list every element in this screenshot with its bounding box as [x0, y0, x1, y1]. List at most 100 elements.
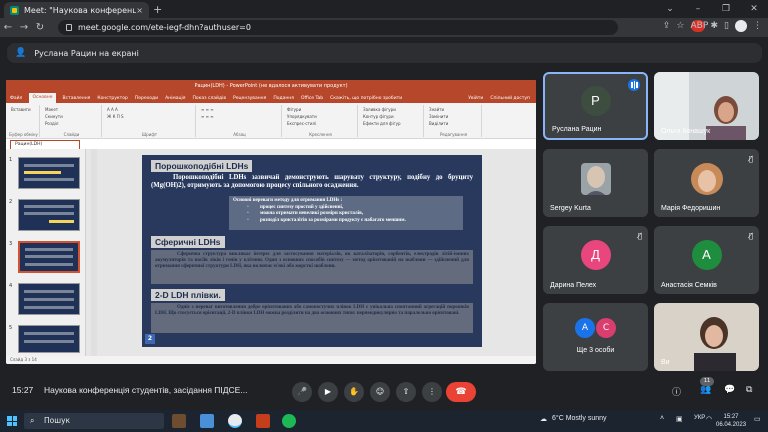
- ribbon-item[interactable]: A A A: [107, 107, 192, 112]
- participant-tile[interactable]: Ольга Конашук: [654, 72, 759, 140]
- adblock-extension-icon[interactable]: ABP: [690, 20, 708, 32]
- thumbnail-scrollbar[interactable]: [91, 149, 97, 356]
- participant-name: Ви: [661, 359, 670, 366]
- menu-item[interactable]: Office Tab: [301, 96, 323, 101]
- others-tile[interactable]: А С Ще 3 особи: [543, 303, 648, 371]
- raise-hand-button[interactable]: ✋: [344, 382, 364, 402]
- ribbon-item[interactable]: ≡ ≡ ≡: [201, 107, 278, 112]
- ribbon-item[interactable]: Розділ: [45, 121, 98, 126]
- participant-tile[interactable]: Sergey Kurta: [543, 149, 648, 217]
- slide-thumbnail[interactable]: [18, 157, 80, 189]
- chrome-icon[interactable]: [228, 414, 242, 428]
- powerpoint-icon[interactable]: [256, 414, 270, 428]
- browser-toolbar: ⇪ ☆ ABP ✱ ▯ ⋮: [663, 20, 762, 32]
- wifi-icon[interactable]: ◠: [706, 415, 712, 423]
- chat-icon[interactable]: 💬: [724, 385, 735, 395]
- sidepanel-icon[interactable]: ▯: [724, 21, 729, 31]
- end-call-button[interactable]: ☎: [446, 382, 476, 402]
- slide-thumbnail[interactable]: [18, 199, 80, 231]
- self-tile[interactable]: Ви: [654, 303, 759, 371]
- thumb-line: [24, 290, 74, 293]
- ribbon-item[interactable]: Експрес-стилі: [287, 121, 354, 126]
- people-icon[interactable]: 👥: [700, 385, 711, 395]
- participant-tile[interactable]: Д 🎙̸ Дарина Пелех: [543, 226, 648, 294]
- taskbar-app-icon[interactable]: [172, 414, 186, 428]
- participant-tile[interactable]: 🎙̸ Марія Федоришин: [654, 149, 759, 217]
- more-options-button[interactable]: ⋮: [422, 382, 442, 402]
- presenting-banner: 👤 Руслана Рацин на екрані: [7, 43, 762, 63]
- file-explorer-icon[interactable]: [200, 414, 214, 428]
- ribbon-item[interactable]: Вставити: [11, 107, 36, 112]
- tray-app-icon[interactable]: ▣: [676, 415, 683, 423]
- person-icon: 👤: [15, 48, 27, 58]
- weather-icon: ☁: [540, 416, 547, 423]
- chevron-down-icon[interactable]: ⌄: [656, 0, 684, 18]
- menu-item[interactable]: Рецензування: [233, 96, 266, 101]
- maximize-icon[interactable]: ❐: [712, 0, 740, 18]
- taskbar-clock[interactable]: 15:27 06.04.2023: [716, 413, 746, 429]
- others-label: Ще 3 особи: [576, 347, 615, 354]
- slide-thumbnail[interactable]: [18, 283, 80, 315]
- spotify-icon[interactable]: [282, 414, 296, 428]
- menu-item[interactable]: Вставлення: [63, 96, 91, 101]
- tray-chevron-icon[interactable]: ˄: [660, 415, 664, 422]
- captions-button[interactable]: ☺: [370, 382, 390, 402]
- speaking-indicator-icon: [628, 79, 640, 91]
- participant-tile[interactable]: P Руслана Рацин: [543, 72, 648, 140]
- forward-icon[interactable]: →: [16, 22, 32, 33]
- ribbon-item[interactable]: Ж К П S: [107, 114, 192, 119]
- menu-item[interactable]: Подання: [273, 96, 294, 101]
- lock-icon: [66, 24, 72, 31]
- profile-avatar[interactable]: [735, 20, 747, 32]
- meet-favicon-icon: [10, 5, 19, 15]
- mic-button[interactable]: 🎤: [292, 382, 312, 402]
- ribbon-item[interactable]: Фігури: [287, 107, 354, 112]
- ribbon-item[interactable]: Знайти: [429, 107, 478, 112]
- slide-thumbnail-selected[interactable]: [18, 241, 80, 273]
- taskbar-search[interactable]: ⌕ Пошук: [24, 413, 164, 429]
- ribbon-item[interactable]: Макет: [45, 107, 98, 112]
- signin-link[interactable]: Увійти: [468, 96, 483, 101]
- ribbon-item[interactable]: Контур фігури: [363, 114, 420, 119]
- ribbon-item[interactable]: Ефекти для фігур: [363, 121, 420, 126]
- extensions-icon[interactable]: ✱: [711, 21, 719, 31]
- url-field[interactable]: meet.google.com/ete-iegf-dhn?authuser=0: [58, 20, 618, 35]
- menu-item[interactable]: Файл: [10, 96, 22, 101]
- ribbon-item[interactable]: ≡ ≡ ≡: [201, 114, 278, 119]
- minimize-icon[interactable]: –: [684, 0, 712, 18]
- weather-text[interactable]: 6°C Mostly sunny: [552, 415, 607, 422]
- document-tab[interactable]: Рацин(LDH): [10, 140, 80, 149]
- menu-item[interactable]: Конструктор: [97, 96, 127, 101]
- menu-item[interactable]: Переходи: [135, 96, 158, 101]
- reload-icon[interactable]: ↻: [32, 22, 48, 33]
- participant-tile[interactable]: А 🎙̸ Анастасія Семків: [654, 226, 759, 294]
- ribbon-item[interactable]: Замінити: [429, 114, 478, 119]
- menu-icon[interactable]: ⋮: [753, 21, 762, 31]
- menu-item[interactable]: Показ слайдів: [193, 96, 226, 101]
- avatar: А: [691, 240, 722, 270]
- ribbon-item[interactable]: Упорядкувати: [287, 114, 354, 119]
- ribbon-item[interactable]: Виділити: [429, 121, 478, 126]
- ribbon-group-shape-format: Заливка фігури Контур фігури Ефекти для …: [360, 105, 424, 137]
- menu-item[interactable]: Анімація: [165, 96, 185, 101]
- browser-tab-meet[interactable]: Meet: "Наукова конференц ×: [4, 2, 149, 18]
- present-button[interactable]: ⇧: [396, 382, 416, 402]
- close-window-icon[interactable]: ✕: [740, 0, 768, 18]
- activities-icon[interactable]: ⧉: [746, 385, 752, 395]
- slide-thumbnail[interactable]: [18, 325, 80, 353]
- language-indicator[interactable]: УКР: [694, 415, 705, 421]
- ribbon-item[interactable]: Скинути: [45, 114, 98, 119]
- menu-item-active[interactable]: Основне: [29, 93, 56, 103]
- notifications-icon[interactable]: ▭: [754, 415, 761, 423]
- info-icon[interactable]: ⓘ: [672, 385, 681, 398]
- tab-close-icon[interactable]: ×: [136, 6, 143, 15]
- windows-start-icon[interactable]: [7, 416, 17, 426]
- star-icon[interactable]: ☆: [676, 21, 684, 31]
- share-icon[interactable]: ⇪: [663, 21, 671, 31]
- back-icon[interactable]: ←: [0, 22, 16, 33]
- share-button[interactable]: Спільний доступ: [490, 96, 530, 101]
- tell-me-field[interactable]: Скажіть, що потрібно зробити: [330, 96, 402, 101]
- new-tab-button[interactable]: +: [153, 3, 162, 16]
- camera-button[interactable]: ▶: [318, 382, 338, 402]
- ribbon-item[interactable]: Заливка фігури: [363, 107, 420, 112]
